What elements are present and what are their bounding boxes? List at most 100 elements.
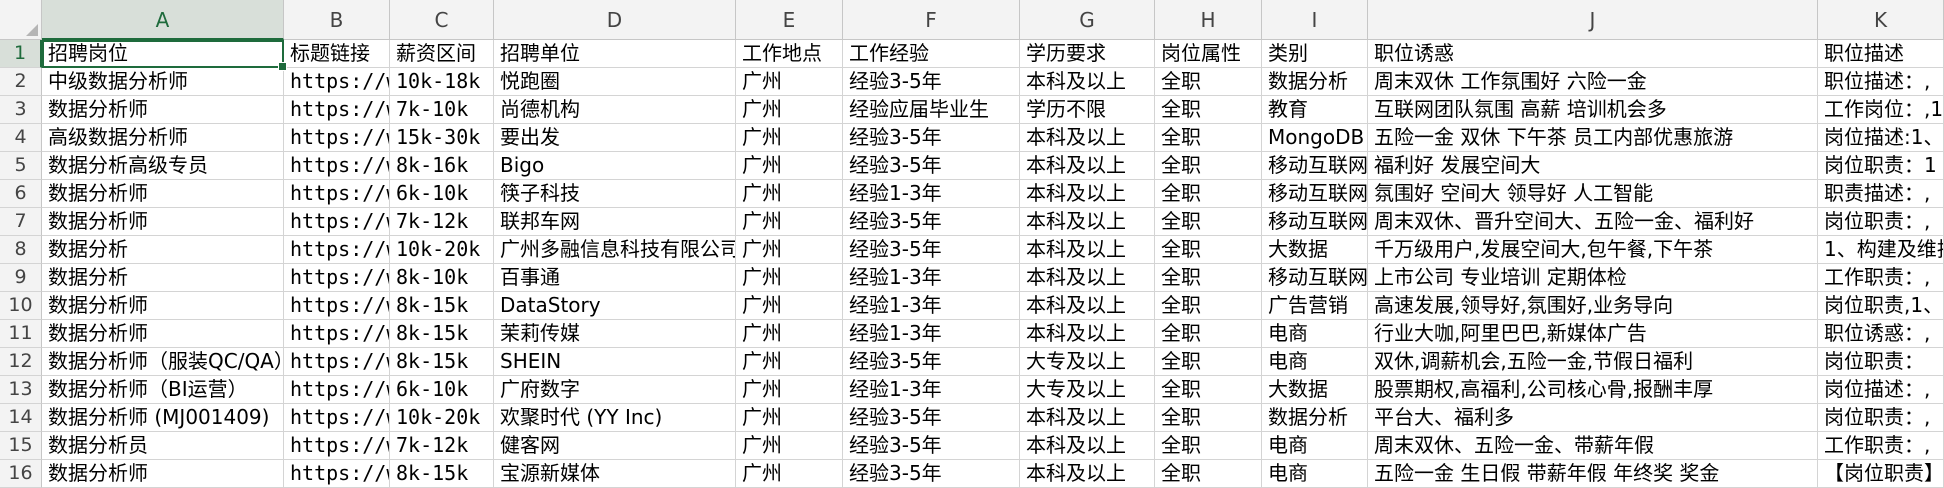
cell-f1[interactable]: 工作经验 [843, 40, 1020, 68]
cell-h4[interactable]: 全职 [1155, 124, 1262, 152]
cell-j4[interactable]: 五险一金 双休 下午茶 员工内部优惠旅游 [1368, 124, 1818, 152]
cell-i4[interactable]: MongoDB [1262, 124, 1368, 152]
cell-d10[interactable]: DataStory [494, 292, 736, 320]
cell-i8[interactable]: 大数据 [1262, 236, 1368, 264]
cell-c14[interactable]: 10k-20k [390, 404, 494, 432]
cell-a4[interactable]: 高级数据分析师 [42, 124, 284, 152]
cell-f11[interactable]: 经验1-3年 [843, 320, 1020, 348]
cell-h7[interactable]: 全职 [1155, 208, 1262, 236]
cell-k4[interactable]: 岗位描述:1、 [1818, 124, 1944, 152]
cell-f7[interactable]: 经验3-5年 [843, 208, 1020, 236]
cell-k11[interactable]: 职位诱惑：, [1818, 320, 1944, 348]
cell-h1[interactable]: 岗位属性 [1155, 40, 1262, 68]
cell-e5[interactable]: 广州 [736, 152, 843, 180]
cell-k8[interactable]: 1、构建及维护 [1818, 236, 1944, 264]
cell-c12[interactable]: 8k-15k [390, 348, 494, 376]
cell-j6[interactable]: 氛围好 空间大 领导好 人工智能 [1368, 180, 1818, 208]
column-header-h[interactable]: H [1155, 0, 1262, 40]
cell-b8[interactable]: https://w [284, 236, 390, 264]
cell-j10[interactable]: 高速发展,领导好,氛围好,业务导向 [1368, 292, 1818, 320]
cell-j13[interactable]: 股票期权,高福利,公司核心骨,报酬丰厚 [1368, 376, 1818, 404]
cell-a2[interactable]: 中级数据分析师 [42, 68, 284, 96]
cell-i13[interactable]: 大数据 [1262, 376, 1368, 404]
cell-d7[interactable]: 联邦车网 [494, 208, 736, 236]
cell-d15[interactable]: 健客网 [494, 432, 736, 460]
cell-c3[interactable]: 7k-10k [390, 96, 494, 124]
row-header-2[interactable]: 2 [0, 68, 42, 96]
cell-g3[interactable]: 学历不限 [1020, 96, 1155, 124]
row-header-12[interactable]: 12 [0, 348, 42, 376]
cell-b4[interactable]: https://w [284, 124, 390, 152]
cell-d13[interactable]: 广府数字 [494, 376, 736, 404]
cell-h5[interactable]: 全职 [1155, 152, 1262, 180]
cell-f8[interactable]: 经验3-5年 [843, 236, 1020, 264]
cell-g10[interactable]: 本科及以上 [1020, 292, 1155, 320]
cell-d5[interactable]: Bigo [494, 152, 736, 180]
cell-b9[interactable]: https://w [284, 264, 390, 292]
cell-f13[interactable]: 经验1-3年 [843, 376, 1020, 404]
cell-d12[interactable]: SHEIN [494, 348, 736, 376]
cell-g5[interactable]: 本科及以上 [1020, 152, 1155, 180]
column-header-j[interactable]: J [1368, 0, 1818, 40]
cell-a10[interactable]: 数据分析师 [42, 292, 284, 320]
cell-g1[interactable]: 学历要求 [1020, 40, 1155, 68]
row-header-5[interactable]: 5 [0, 152, 42, 180]
cell-i3[interactable]: 教育 [1262, 96, 1368, 124]
cell-k9[interactable]: 工作职责：, [1818, 264, 1944, 292]
cell-b13[interactable]: https://w [284, 376, 390, 404]
cell-a15[interactable]: 数据分析员 [42, 432, 284, 460]
cell-f14[interactable]: 经验3-5年 [843, 404, 1020, 432]
cell-e7[interactable]: 广州 [736, 208, 843, 236]
cell-e3[interactable]: 广州 [736, 96, 843, 124]
cell-a11[interactable]: 数据分析师 [42, 320, 284, 348]
cell-k2[interactable]: 职位描述：, [1818, 68, 1944, 96]
cell-c9[interactable]: 8k-10k [390, 264, 494, 292]
cell-d3[interactable]: 尚德机构 [494, 96, 736, 124]
cell-d14[interactable]: 欢聚时代 (YY Inc) [494, 404, 736, 432]
cell-j5[interactable]: 福利好 发展空间大 [1368, 152, 1818, 180]
cell-a3[interactable]: 数据分析师 [42, 96, 284, 124]
cell-g14[interactable]: 本科及以上 [1020, 404, 1155, 432]
cell-b1[interactable]: 标题链接 [284, 40, 390, 68]
cell-c2[interactable]: 10k-18k [390, 68, 494, 96]
cell-j2[interactable]: 周末双休 工作氛围好 六险一金 [1368, 68, 1818, 96]
cell-j14[interactable]: 平台大、福利多 [1368, 404, 1818, 432]
cell-d1[interactable]: 招聘单位 [494, 40, 736, 68]
cell-i16[interactable]: 电商 [1262, 460, 1368, 488]
cell-h9[interactable]: 全职 [1155, 264, 1262, 292]
cell-g12[interactable]: 大专及以上 [1020, 348, 1155, 376]
cell-c6[interactable]: 6k-10k [390, 180, 494, 208]
cell-k14[interactable]: 岗位职责：, [1818, 404, 1944, 432]
cell-c11[interactable]: 8k-15k [390, 320, 494, 348]
cell-f16[interactable]: 经验3-5年 [843, 460, 1020, 488]
cell-b14[interactable]: https://w [284, 404, 390, 432]
row-header-4[interactable]: 4 [0, 124, 42, 152]
cell-e2[interactable]: 广州 [736, 68, 843, 96]
cell-e14[interactable]: 广州 [736, 404, 843, 432]
cell-g7[interactable]: 本科及以上 [1020, 208, 1155, 236]
cell-f10[interactable]: 经验1-3年 [843, 292, 1020, 320]
cell-b7[interactable]: https://w [284, 208, 390, 236]
cell-e6[interactable]: 广州 [736, 180, 843, 208]
cell-k15[interactable]: 工作职责：, [1818, 432, 1944, 460]
cell-e15[interactable]: 广州 [736, 432, 843, 460]
column-header-i[interactable]: I [1262, 0, 1368, 40]
cell-a8[interactable]: 数据分析 [42, 236, 284, 264]
cell-c8[interactable]: 10k-20k [390, 236, 494, 264]
cell-j8[interactable]: 千万级用户,发展空间大,包午餐,下午茶 [1368, 236, 1818, 264]
cell-k7[interactable]: 岗位职责：, [1818, 208, 1944, 236]
column-header-g[interactable]: G [1020, 0, 1155, 40]
cell-a7[interactable]: 数据分析师 [42, 208, 284, 236]
cell-c15[interactable]: 7k-12k [390, 432, 494, 460]
cell-b6[interactable]: https://w [284, 180, 390, 208]
select-all-corner[interactable] [0, 0, 42, 40]
cell-b3[interactable]: https://w [284, 96, 390, 124]
cell-j16[interactable]: 五险一金 生日假 带薪年假 年终奖 奖金 [1368, 460, 1818, 488]
cell-h10[interactable]: 全职 [1155, 292, 1262, 320]
cell-f6[interactable]: 经验1-3年 [843, 180, 1020, 208]
cell-a16[interactable]: 数据分析师 [42, 460, 284, 488]
cell-i11[interactable]: 电商 [1262, 320, 1368, 348]
cell-g8[interactable]: 本科及以上 [1020, 236, 1155, 264]
cell-b10[interactable]: https://w [284, 292, 390, 320]
cell-j7[interactable]: 周末双休、晋升空间大、五险一金、福利好 [1368, 208, 1818, 236]
